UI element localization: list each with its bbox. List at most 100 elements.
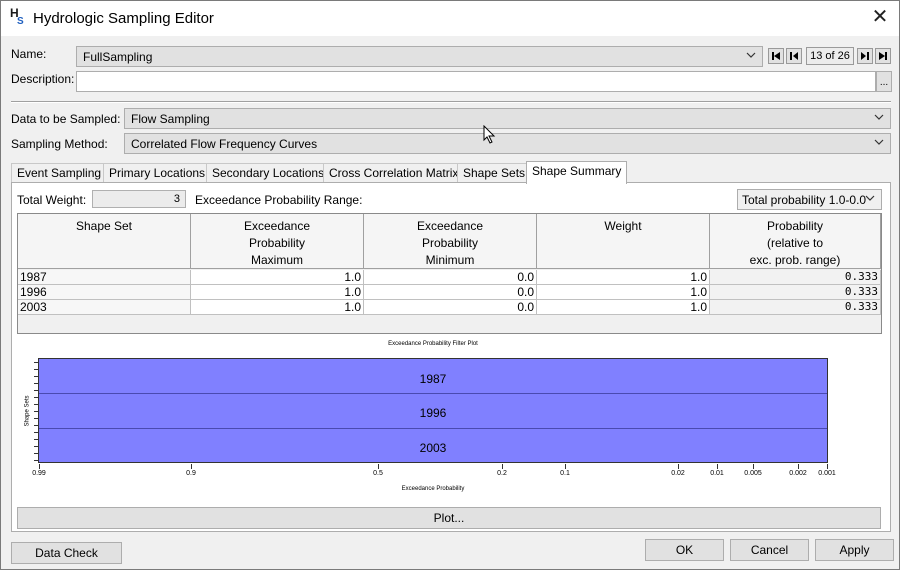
exceedance-filter-plot: 1987 1996 2003 bbox=[34, 358, 828, 469]
band-divider bbox=[39, 393, 827, 394]
y-tick bbox=[34, 411, 39, 412]
cancel-button[interactable]: Cancel bbox=[730, 539, 809, 561]
y-tick bbox=[34, 383, 39, 384]
table-row[interactable]: 1996 1.0 0.0 1.0 0.333 bbox=[18, 285, 881, 300]
x-tick bbox=[753, 464, 754, 469]
cell-probability: 0.333 bbox=[710, 285, 881, 300]
column-header-exc-max[interactable]: Exceedance Probability Maximum bbox=[191, 214, 364, 269]
cell-weight[interactable]: 1.0 bbox=[537, 270, 710, 285]
name-select[interactable]: FullSampling bbox=[76, 46, 763, 67]
header-line: (relative to bbox=[766, 236, 824, 250]
plot-button[interactable]: Plot... bbox=[17, 507, 881, 529]
cell-exc-min[interactable]: 0.0 bbox=[364, 285, 537, 300]
tab-secondary-locations[interactable]: Secondary Locations bbox=[206, 163, 331, 183]
header-line: Probability bbox=[766, 219, 824, 233]
cell-exc-max[interactable]: 1.0 bbox=[191, 285, 364, 300]
header-line: Weight bbox=[604, 219, 642, 233]
y-tick bbox=[34, 460, 39, 461]
header-line: Exceedance bbox=[416, 219, 484, 233]
cell-probability: 0.333 bbox=[710, 270, 881, 285]
sampling-method-value: Correlated Flow Frequency Curves bbox=[131, 137, 318, 151]
y-tick bbox=[34, 453, 39, 454]
column-header-exc-min[interactable]: Exceedance Probability Minimum bbox=[364, 214, 537, 269]
cell-probability: 0.333 bbox=[710, 300, 881, 315]
band-label: 1996 bbox=[419, 406, 447, 420]
tab-cross-correlation-matrix[interactable]: Cross Correlation Matrix bbox=[323, 163, 465, 183]
tab-event-sampling[interactable]: Event Sampling bbox=[11, 163, 108, 183]
probability-range-select[interactable]: Total probability 1.0-0.0 bbox=[737, 189, 882, 210]
data-sampled-label: Data to be Sampled: bbox=[11, 112, 121, 126]
header-line: Maximum bbox=[250, 253, 303, 267]
header-line: Minimum bbox=[425, 253, 475, 267]
cell-shape-set[interactable]: 2003 bbox=[18, 300, 191, 315]
x-tick-label: 0.5 bbox=[373, 470, 383, 477]
y-tick bbox=[34, 397, 39, 398]
table-row[interactable]: 1987 1.0 0.0 1.0 0.333 bbox=[18, 270, 881, 285]
data-sampled-value: Flow Sampling bbox=[131, 112, 210, 126]
column-header-probability[interactable]: Probability (relative to exc. prob. rang… bbox=[710, 214, 881, 269]
total-weight-field: 3 bbox=[92, 190, 186, 208]
first-record-button[interactable] bbox=[768, 48, 784, 64]
description-edit-button[interactable]: ... bbox=[876, 71, 892, 92]
ok-button[interactable]: OK bbox=[645, 539, 724, 561]
column-header-shape-set[interactable]: Shape Set bbox=[18, 214, 191, 269]
apply-button[interactable]: Apply bbox=[815, 539, 894, 561]
cell-weight[interactable]: 1.0 bbox=[537, 300, 710, 315]
mouse-cursor-icon bbox=[483, 124, 497, 148]
last-record-button[interactable] bbox=[875, 48, 891, 64]
x-tick-label: 0.02 bbox=[671, 470, 685, 477]
band-divider bbox=[39, 428, 827, 429]
band-label: 2003 bbox=[419, 441, 447, 455]
sampling-method-label: Sampling Method: bbox=[11, 137, 108, 151]
cell-shape-set[interactable]: 1996 bbox=[18, 285, 191, 300]
tab-primary-locations[interactable]: Primary Locations bbox=[103, 163, 212, 183]
band-label: 1987 bbox=[419, 372, 447, 386]
exceedance-range-label: Exceedance Probability Range: bbox=[195, 193, 363, 207]
tab-shape-summary[interactable]: Shape Summary bbox=[526, 161, 628, 184]
y-tick bbox=[34, 446, 39, 447]
chevron-down-icon bbox=[746, 50, 756, 60]
plot-title: Exceedance Probability Filter Plot bbox=[388, 341, 478, 347]
description-input[interactable] bbox=[76, 71, 876, 92]
shape-summary-table: Shape Set Exceedance Probability Maximum… bbox=[17, 213, 882, 334]
table-row[interactable]: 2003 1.0 0.0 1.0 0.333 bbox=[18, 300, 881, 315]
data-check-button[interactable]: Data Check bbox=[11, 542, 122, 564]
cell-exc-min[interactable]: 0.0 bbox=[364, 300, 537, 315]
x-tick bbox=[827, 464, 828, 469]
x-tick bbox=[717, 464, 718, 469]
x-tick-label: 0.99 bbox=[32, 470, 46, 477]
cell-exc-max[interactable]: 1.0 bbox=[191, 300, 364, 315]
x-tick bbox=[191, 464, 192, 469]
window-title: Hydrologic Sampling Editor bbox=[33, 10, 214, 27]
name-select-value: FullSampling bbox=[83, 50, 153, 64]
next-record-button[interactable] bbox=[857, 48, 873, 64]
cell-exc-min[interactable]: 0.0 bbox=[364, 270, 537, 285]
y-tick bbox=[34, 390, 39, 391]
first-record-icon bbox=[772, 52, 780, 60]
tab-shape-sets[interactable]: Shape Sets bbox=[457, 163, 532, 183]
cell-exc-max[interactable]: 1.0 bbox=[191, 270, 364, 285]
sampling-method-select[interactable]: Correlated Flow Frequency Curves bbox=[124, 133, 891, 154]
data-sampled-select[interactable]: Flow Sampling bbox=[124, 108, 891, 129]
x-tick-label: 0.005 bbox=[744, 470, 762, 477]
cell-shape-set[interactable]: 1987 bbox=[18, 270, 191, 285]
plot-x-label: Exceedance Probability bbox=[401, 486, 465, 492]
cell-weight[interactable]: 1.0 bbox=[537, 285, 710, 300]
x-tick-label: 0.2 bbox=[497, 470, 507, 477]
tab-bar: Event Sampling Primary Locations Seconda… bbox=[11, 161, 891, 184]
y-tick bbox=[34, 404, 39, 405]
header-line: Shape Set bbox=[75, 219, 133, 233]
x-tick-label: 0.002 bbox=[789, 470, 807, 477]
total-weight-label: Total Weight: bbox=[17, 193, 87, 207]
probability-range-value: Total probability 1.0-0.0 bbox=[742, 193, 867, 207]
y-tick bbox=[34, 376, 39, 377]
x-tick bbox=[798, 464, 799, 469]
column-header-weight[interactable]: Weight bbox=[537, 214, 710, 269]
y-tick bbox=[34, 362, 39, 363]
header-line: Probability bbox=[248, 236, 306, 250]
y-tick bbox=[34, 369, 39, 370]
previous-record-button[interactable] bbox=[786, 48, 802, 64]
x-tick-label: 0.1 bbox=[560, 470, 570, 477]
close-icon[interactable]: ✕ bbox=[868, 6, 892, 30]
x-tick-label: 0.001 bbox=[818, 470, 836, 477]
